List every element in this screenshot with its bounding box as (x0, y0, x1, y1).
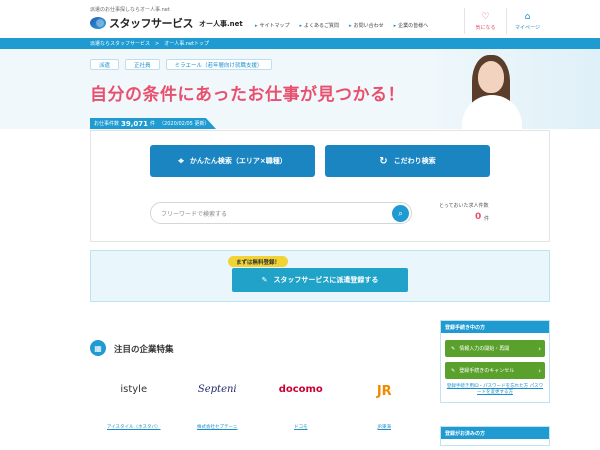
easy-search-button[interactable]: ⌖ かんたん検索（エリア×職種） (150, 145, 315, 177)
search-icon: ⌕ (398, 208, 403, 218)
cancel-registration-label: 登録手続きのキャンセル (459, 368, 515, 374)
mypage-label: マイページ (515, 24, 540, 31)
company-name[interactable]: アイスタイル（ホスタバ） (92, 424, 176, 430)
heart-icon: ♡ (481, 11, 490, 22)
pencil-icon: ✎ (451, 345, 456, 352)
refresh-search-icon: ↻ (379, 155, 388, 167)
breadcrumb-item-current: オー人事.netトップ (164, 41, 210, 47)
easy-search-label: かんたん検索（エリア×職種） (189, 157, 287, 165)
hero-title: 自分の条件にあったお仕事が見つかる！ (90, 85, 405, 105)
search-submit-button[interactable]: ⌕ (392, 205, 409, 222)
tab-seishain[interactable]: 正社員 (125, 59, 160, 70)
detail-search-label: こだわり検索 (393, 157, 436, 165)
model-body (462, 95, 522, 129)
job-count-date: （2020/02/05 更新） (159, 121, 210, 127)
company-logo-septeni: Septeni (197, 384, 237, 395)
saved-jobs-count[interactable]: 0 (475, 212, 481, 222)
company-logo-istyle: istyle (120, 384, 148, 395)
logo-subtext: オー人事.net (199, 20, 243, 28)
logo-text: スタッフサービス (109, 17, 194, 30)
mypage-button[interactable]: ⌂ マイページ (506, 8, 548, 34)
model-face (478, 61, 504, 93)
nav-faq-label: よくあるご質問 (304, 23, 340, 29)
nav-corporate[interactable]: ▸ 企業の皆様へ (393, 22, 429, 30)
nav-corporate-label: 企業の皆様へ (398, 23, 429, 29)
pencil-icon: ✎ (261, 276, 268, 284)
top-nav: ▸ サイトマップ ▸ よくあるご質問 ▸ お問い合わせ ▸ 企業の皆様へ (255, 22, 429, 30)
nav-contact-label: お問い合わせ (353, 23, 384, 29)
chevron-right-icon: ▸ (393, 22, 397, 29)
detail-search-button[interactable]: ↻ こだわり検索 (325, 145, 490, 177)
nav-sitemap-label: サイトマップ (259, 23, 290, 29)
company-card[interactable]: docomo ドコモ (259, 372, 343, 442)
header-tagline: 派遣のお仕事探しならオー人事.net (90, 7, 170, 13)
registration-in-progress-box: 登録手続き中の方 ✎ 情報入力の開始・再開 ✎ 登録手続きのキャンセル 登録手続… (440, 320, 550, 403)
breadcrumb-separator: > (155, 40, 160, 47)
pencil-icon: ✎ (451, 367, 456, 374)
nav-contact[interactable]: ▸ お問い合わせ (349, 22, 384, 30)
company-card[interactable]: JR JR東海 (343, 372, 427, 442)
chevron-right-icon: ▸ (299, 22, 303, 29)
saved-jobs-unit: 件 (484, 216, 490, 222)
company-logo-docomo: docomo (278, 384, 323, 395)
chevron-right-icon: ▸ (255, 22, 258, 29)
favorites-button[interactable]: ♡ 気になる (464, 8, 506, 34)
featured-companies: istyle アイスタイル（ホスタバ） Septeni 株式会社セプテーニ do… (92, 372, 426, 442)
register-button-label: スタッフサービスに派遣登録する (273, 276, 379, 284)
logo-mark-icon (90, 17, 106, 29)
side-header-registered: 登録がお済みの方 (441, 427, 549, 439)
tab-haken[interactable]: 派遣 (90, 59, 120, 70)
breadcrumb-item-home[interactable]: 派遣ならスタッフサービス (90, 40, 150, 47)
keyword-search-box: ⌕ (150, 202, 412, 224)
featured-title: 注目の企業特集 (114, 345, 174, 355)
company-card[interactable]: istyle アイスタイル（ホスタバ） (92, 372, 176, 442)
search-card: ⌖ かんたん検索（エリア×職種） ↻ こだわり検索 ⌕ とっておいた求人件数 0… (90, 130, 550, 242)
map-pin-icon: ⌖ (178, 155, 184, 167)
company-name[interactable]: JR東海 (343, 424, 427, 430)
job-count-strip: お仕事件数 39,071 件 （2020/02/05 更新） (90, 118, 216, 129)
keyword-input[interactable] (161, 208, 381, 220)
chevron-right-icon: ▸ (349, 22, 352, 29)
side-panel: 登録手続き中の方 ✎ 情報入力の開始・再開 ✎ 登録手続きのキャンセル 登録手続… (440, 320, 550, 403)
register-button[interactable]: ✎ スタッフサービスに派遣登録する (232, 268, 408, 292)
company-card[interactable]: Septeni 株式会社セプテーニ (176, 372, 260, 442)
job-count-unit: 件 (150, 121, 156, 127)
nav-faq[interactable]: ▸ よくあるご質問 (299, 22, 340, 30)
register-band: まずは無料登録！ ✎ スタッフサービスに派遣登録する (90, 250, 550, 302)
company-logo-jr: JR (376, 384, 392, 399)
home-icon: ⌂ (524, 11, 531, 22)
tab-mirail[interactable]: ミラエール（若年層向け就職支援） (165, 59, 272, 70)
site-header: 派遣のお仕事探しならオー人事.net スタッフサービス オー人事.net ▸ サイ… (0, 0, 600, 38)
free-register-badge: まずは無料登録！ (228, 256, 289, 267)
registered-user-box: 登録がお済みの方 (440, 426, 550, 446)
building-icon: ▦ (90, 340, 106, 356)
side-body: ✎ 情報入力の開始・再開 ✎ 登録手続きのキャンセル 登録手続き用ID・パスワー… (441, 333, 549, 402)
favorites-label: 気になる (475, 24, 496, 31)
header-buttons: ♡ 気になる ⌂ マイページ (464, 8, 548, 34)
company-name[interactable]: ドコモ (259, 424, 343, 430)
resume-entry-button[interactable]: ✎ 情報入力の開始・再開 (445, 340, 545, 357)
site-logo[interactable]: スタッフサービス オー人事.net (90, 14, 243, 32)
job-type-tabs: 派遣 正社員 ミラエール（若年層向け就職支援） (90, 59, 272, 70)
company-name[interactable]: 株式会社セプテーニ (176, 424, 260, 430)
resume-entry-label: 情報入力の開始・再開 (459, 346, 510, 352)
job-count-label: お仕事件数 (94, 121, 120, 127)
cancel-registration-button[interactable]: ✎ 登録手続きのキャンセル (445, 362, 545, 379)
side-header: 登録手続き中の方 (441, 321, 549, 333)
hero-photo (436, 49, 600, 129)
forgot-password-link[interactable]: 登録手続き用ID・パスワードを忘れた方 パスワードを変更する方 (445, 384, 545, 396)
breadcrumb: 派遣ならスタッフサービス > オー人事.netトップ (0, 38, 600, 49)
job-count-value: 39,071 (121, 119, 149, 128)
nav-sitemap[interactable]: ▸ サイトマップ (255, 22, 290, 30)
saved-jobs-label: とっておいた求人件数 (439, 203, 489, 209)
